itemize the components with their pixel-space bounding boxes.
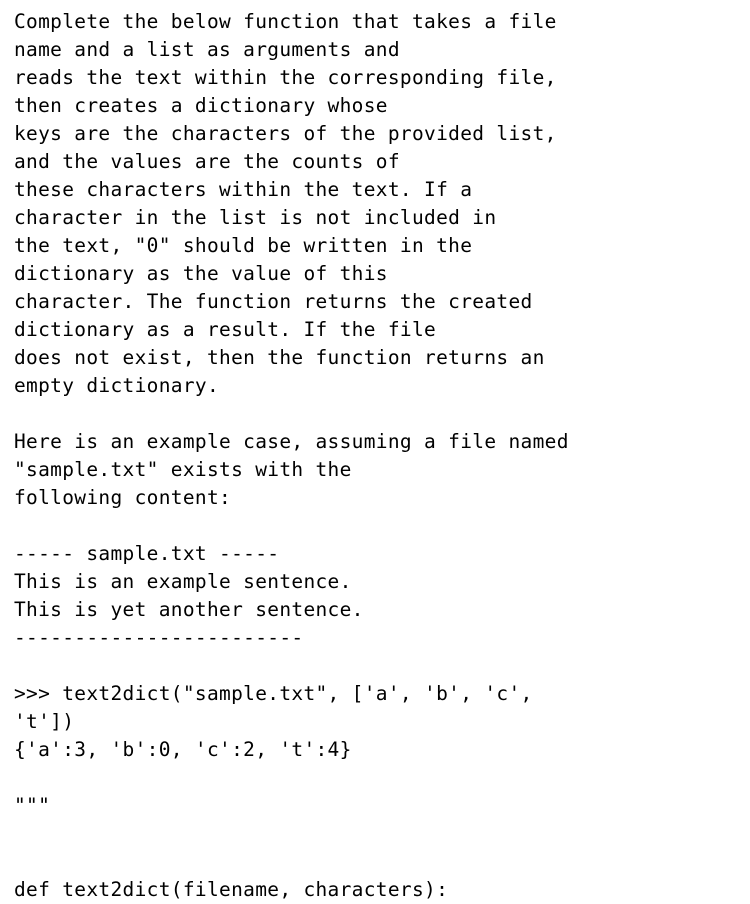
text-line: these characters within the text. If a (14, 178, 473, 201)
repl-call-continuation-line: 't']) (14, 710, 75, 733)
sample-file-footer: ------------------------ (14, 626, 304, 649)
repl-result-line: {'a':3, 'b':0, 'c':2, 't':4} (14, 738, 352, 761)
text-line: and the values are the counts of (14, 150, 400, 173)
text-line: dictionary as the value of this (14, 262, 388, 285)
docstring-terminator-line: """ (14, 794, 51, 817)
text-line: character in the list is not included in (14, 206, 497, 229)
sample-file-content-line: This is an example sentence. (14, 570, 352, 593)
repl-call-line: >>> text2dict("sample.txt", ['a', 'b', '… (14, 682, 533, 705)
text-line: empty dictionary. (14, 374, 220, 397)
text-line: character. The function returns the crea… (14, 290, 533, 313)
docstring-text-block: Complete the below function that takes a… (14, 8, 750, 904)
text-line: then creates a dictionary whose (14, 94, 388, 117)
example-intro-line: "sample.txt" exists with the (14, 458, 352, 481)
text-line: the text, "0" should be written in the (14, 234, 473, 257)
text-line: keys are the characters of the provided … (14, 122, 557, 145)
text-line: dictionary as a result. If the file (14, 318, 437, 341)
example-intro-line: Here is an example case, assuming a file… (14, 430, 569, 453)
text-line: name and a list as arguments and (14, 38, 400, 61)
sample-file-content-line: This is yet another sentence. (14, 598, 364, 621)
function-signature-line: def text2dict(filename, characters): (14, 878, 449, 901)
text-line: Complete the below function that takes a… (14, 10, 557, 33)
docstring-document: Complete the below function that takes a… (0, 0, 750, 901)
text-line: does not exist, then the function return… (14, 346, 545, 369)
example-intro-line: following content: (14, 486, 232, 509)
sample-file-header: ----- sample.txt ----- (14, 542, 280, 565)
text-line: reads the text within the corresponding … (14, 66, 557, 89)
